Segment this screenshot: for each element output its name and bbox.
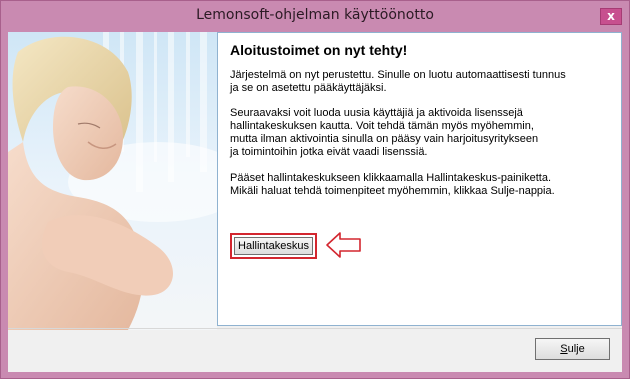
hallintakeskus-highlight: Hallintakeskus — [230, 233, 317, 259]
left-arrow-outline-icon — [326, 232, 361, 258]
woman-portrait-image — [8, 32, 217, 330]
sulje-accelerator: S — [560, 343, 568, 355]
decorative-photo — [8, 32, 217, 330]
footer-divider — [8, 328, 622, 329]
info-paragraph-2: Seuraavaksi voit luoda uusia käyttäjiä j… — [230, 107, 539, 158]
hallintakeskus-button[interactable]: Hallintakeskus — [234, 237, 313, 255]
info-paragraph-1: Järjestelmä on nyt perustettu. Sinulle o… — [230, 69, 566, 94]
sulje-button[interactable]: Sulje — [535, 338, 610, 360]
content-panel: Aloitustoimet on nyt tehty! Järjestelmä … — [217, 32, 622, 326]
dialog-client-area: Aloitustoimet on nyt tehty! Järjestelmä … — [8, 32, 622, 372]
info-paragraph-3: Pääset hallintakeskukseen klikkaamalla H… — [230, 172, 555, 197]
title-bar[interactable]: Lemonsoft-ohjelman käyttöönotto x — [1, 1, 629, 32]
window-close-button[interactable]: x — [600, 8, 622, 25]
panel-heading: Aloitustoimet on nyt tehty! — [230, 42, 408, 58]
window-title: Lemonsoft-ohjelman käyttöönotto — [196, 7, 434, 23]
sulje-label: ulje — [567, 343, 585, 355]
setup-dialog-window: Lemonsoft-ohjelman käyttöönotto x Aloitu… — [0, 0, 630, 379]
